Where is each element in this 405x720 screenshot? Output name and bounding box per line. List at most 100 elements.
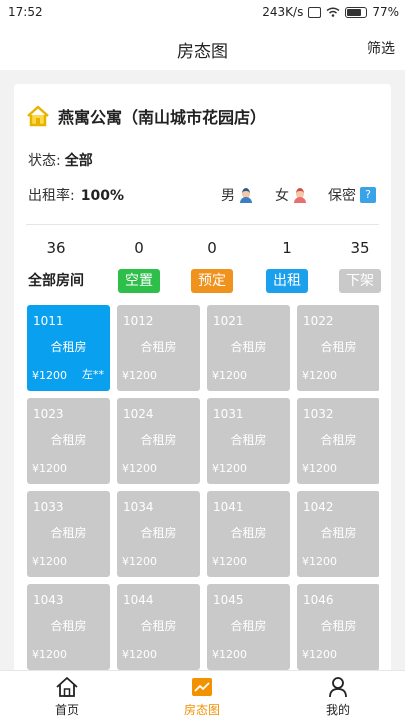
room-number: 1032 [303, 407, 334, 421]
room-type: 合租房 [140, 526, 177, 540]
room-card[interactable]: 1033 合租房 ¥1200 [27, 491, 110, 577]
rented-tag: 出租 [266, 269, 308, 293]
room-card[interactable]: 1021 合租房 ¥1200 [207, 305, 290, 391]
alarm-icon [308, 6, 322, 18]
room-price: ¥1200 [212, 369, 247, 382]
status-icons: 243K/s 77% [262, 5, 399, 19]
battery-level: 77% [372, 5, 399, 19]
room-price: ¥1200 [302, 369, 337, 382]
count-delisted[interactable]: 35 下架 [330, 239, 390, 293]
network-speed: 243K/s [262, 5, 304, 19]
status-bar: 17:52 243K/s 77% [0, 0, 405, 26]
room-price: ¥1200 [122, 369, 157, 382]
status-filter[interactable]: 状态: 全部 [28, 150, 93, 170]
count-vacant[interactable]: 0 空置 [109, 239, 169, 293]
count-reserved[interactable]: 0 预定 [182, 239, 242, 293]
room-number: 1043 [33, 593, 64, 607]
count-rented-number: 1 [282, 239, 292, 257]
room-price: ¥1200 [302, 555, 337, 568]
secret-label: 保密 [328, 188, 356, 204]
room-price: ¥1200 [212, 648, 247, 661]
room-price: ¥1200 [32, 555, 67, 568]
room-type: 合租房 [230, 340, 267, 354]
tab-home[interactable]: 首页 [17, 671, 117, 720]
room-price: ¥1200 [122, 462, 157, 475]
count-reserved-number: 0 [207, 239, 217, 257]
room-price: ¥1200 [122, 648, 157, 661]
room-number: 1012 [123, 314, 154, 328]
room-number: 1041 [213, 500, 244, 514]
room-number: 1033 [33, 500, 64, 514]
occupancy-rate: 出租率: 100% [28, 185, 124, 205]
room-type: 合租房 [50, 619, 87, 633]
tab-room-status[interactable]: 房态图 [152, 671, 252, 720]
divider [26, 224, 379, 225]
room-type: 合租房 [140, 433, 177, 447]
room-price: ¥1200 [212, 462, 247, 475]
female-label: 女 [275, 188, 289, 204]
room-card[interactable]: 1024 合租房 ¥1200 [117, 398, 200, 484]
store-name: 燕寓公寓（南山城市花园店） [58, 108, 267, 127]
vacant-tag: 空置 [118, 269, 160, 293]
room-type: 合租房 [50, 526, 87, 540]
room-type: 合租房 [50, 433, 87, 447]
room-card[interactable]: 1043 合租房 ¥1200 [27, 584, 110, 670]
room-card[interactable]: 1034 合租房 ¥1200 [117, 491, 200, 577]
tab-mine-label: 我的 [325, 703, 350, 717]
room-type: 合租房 [230, 526, 267, 540]
tab-mine[interactable]: 我的 [288, 671, 388, 720]
home-icon [56, 677, 78, 697]
room-type: 合租房 [320, 433, 357, 447]
room-type: 合租房 [140, 619, 177, 633]
room-card[interactable]: 1042 合租房 ¥1200 [297, 491, 379, 577]
count-vacant-number: 0 [134, 239, 144, 257]
room-card[interactable]: 1045 合租房 ¥1200 [207, 584, 290, 670]
room-price: ¥1200 [302, 648, 337, 661]
chart-icon [192, 678, 212, 696]
room-number: 1045 [213, 593, 244, 607]
room-number: 1034 [123, 500, 154, 514]
room-card[interactable]: 1046 合租房 ¥1200 [297, 584, 379, 670]
room-number: 1021 [213, 314, 244, 328]
room-card[interactable]: 1023 合租房 ¥1200 [27, 398, 110, 484]
reserved-tag: 预定 [191, 269, 233, 293]
room-card[interactable]: 1044 合租房 ¥1200 [117, 584, 200, 670]
status-value: 全部 [64, 153, 93, 169]
room-counts: 36 全部房间 0 空置 0 预定 1 出租 35 下架 [14, 239, 391, 295]
room-card[interactable]: 1011 合租房 ¥1200 左** [27, 305, 110, 391]
bottom-tab-bar: 首页 房态图 我的 [0, 670, 405, 720]
battery-icon [345, 6, 368, 18]
room-card[interactable]: 1032 合租房 ¥1200 [297, 398, 379, 484]
room-price: ¥1200 [32, 648, 67, 661]
room-card[interactable]: 1031 合租房 ¥1200 [207, 398, 290, 484]
room-tenant: 左** [82, 368, 104, 381]
count-all[interactable]: 36 全部房间 [26, 239, 86, 293]
room-type: 合租房 [320, 340, 357, 354]
rate-value: 100% [80, 188, 124, 204]
room-number: 1024 [123, 407, 154, 421]
delisted-tag: 下架 [339, 269, 381, 293]
room-grid: 1011 合租房 ¥1200 左** 1012 合租房 ¥1200 1021 合租房 ¥1200 1… [27, 305, 379, 670]
store-header[interactable]: 燕寓公寓（南山城市花园店） [26, 104, 266, 128]
room-number: 1042 [303, 500, 334, 514]
male-label: 男 [221, 188, 235, 204]
male-avatar-icon [239, 187, 253, 203]
room-type: 合租房 [50, 340, 87, 354]
room-card[interactable]: 1022 合租房 ¥1200 [297, 305, 379, 391]
female-avatar-icon [293, 187, 307, 203]
rate-label: 出租率: [28, 188, 75, 204]
question-icon: ? [360, 187, 376, 203]
filter-button[interactable]: 筛选 [367, 38, 395, 58]
count-rented[interactable]: 1 出租 [257, 239, 317, 293]
room-number: 1011 [33, 314, 64, 328]
room-price: ¥1200 [212, 555, 247, 568]
count-all-number: 36 [46, 239, 66, 257]
room-type: 合租房 [320, 619, 357, 633]
gender-male: 男 [221, 185, 253, 205]
gender-female: 女 [275, 185, 307, 205]
title-bar: 房态图 筛选 [0, 26, 405, 70]
room-card[interactable]: 1012 合租房 ¥1200 [117, 305, 200, 391]
room-card[interactable]: 1041 合租房 ¥1200 [207, 491, 290, 577]
count-all-label: 全部房间 [28, 273, 84, 289]
room-price: ¥1200 [302, 462, 337, 475]
